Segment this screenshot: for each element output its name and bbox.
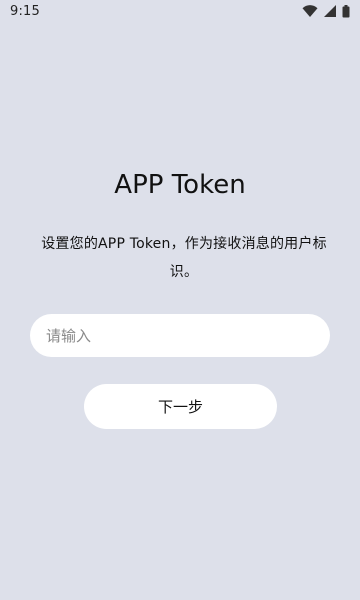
page-title: APP Token (114, 170, 246, 200)
page-description: 设置您的APP Token，作为接收消息的用户标识。 (41, 236, 327, 280)
token-input[interactable] (30, 314, 330, 357)
next-button[interactable]: 下一步 (84, 384, 277, 429)
token-setup-screen: APP Token 设置您的APP Token，作为接收消息的用户标识。 下一步 (0, 0, 360, 600)
